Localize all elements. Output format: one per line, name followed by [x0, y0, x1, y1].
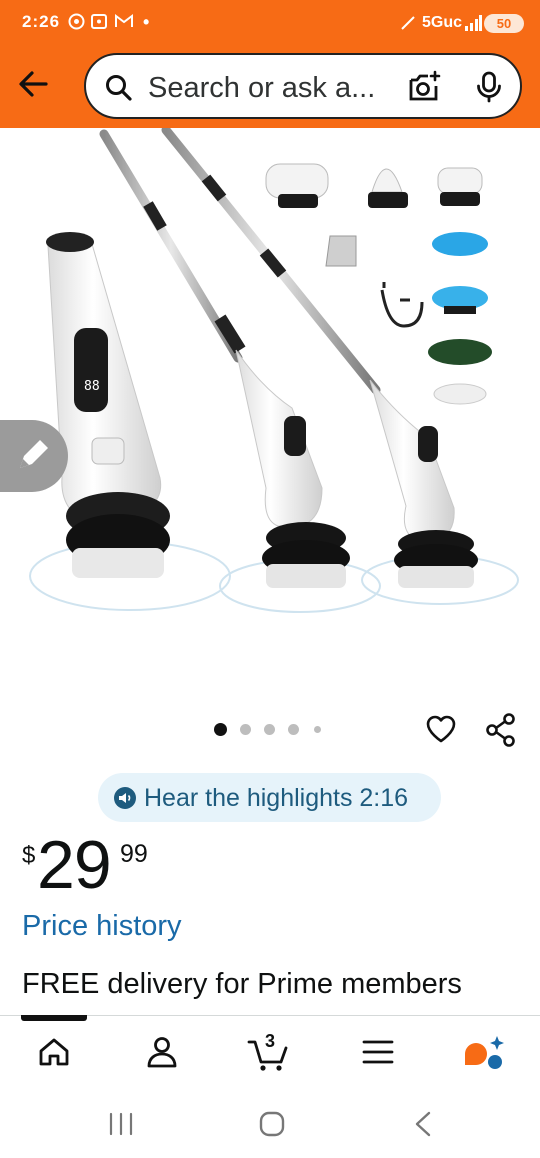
spin-scrubber-photo: 88: [29, 125, 519, 613]
price-history-link[interactable]: Price history: [22, 910, 182, 943]
nav-menu[interactable]: [353, 1030, 403, 1074]
hear-highlights-button[interactable]: Hear the highlights 2:16: [98, 773, 441, 822]
person-icon: [147, 1037, 177, 1068]
recent-apps-button[interactable]: [101, 1108, 141, 1140]
back-button[interactable]: [14, 66, 52, 102]
hear-highlights-label: Hear the highlights 2:16: [144, 784, 409, 812]
nav-cart[interactable]: 3: [245, 1030, 295, 1074]
delivery-info: FREE delivery for Prime members: [22, 968, 462, 1000]
nav-rufus[interactable]: [461, 1030, 511, 1074]
network-label: 5Guc: [422, 14, 463, 31]
carousel-dot-active[interactable]: [214, 723, 227, 736]
price-fraction: 99: [120, 840, 148, 868]
add-to-list-button[interactable]: [424, 712, 458, 751]
battery-indicator: 50: [484, 14, 524, 33]
search-input[interactable]: Search or ask a...: [148, 72, 375, 105]
home-system-button[interactable]: [252, 1108, 292, 1140]
gmail-icon: [114, 13, 134, 34]
heart-icon: [426, 715, 456, 743]
carousel-dot[interactable]: [314, 726, 321, 733]
call-icon: [400, 15, 416, 36]
home-icon: [39, 1038, 69, 1066]
screenshot-icon: [90, 13, 108, 35]
status-time: 2:26: [22, 12, 61, 31]
back-system-button[interactable]: [404, 1108, 444, 1140]
menu-icon: [362, 1040, 394, 1064]
bottom-navigation: 3: [0, 1015, 540, 1087]
search-bar[interactable]: Search or ask a...: [84, 53, 522, 119]
carousel-dot[interactable]: [264, 724, 275, 735]
nav-home[interactable]: [29, 1030, 79, 1074]
notification-dot: •: [143, 12, 150, 32]
camera-search-icon[interactable]: [406, 70, 442, 109]
chevron-left-icon: [415, 1111, 431, 1137]
price-whole: 29: [37, 827, 112, 903]
chrome-icon: [68, 13, 85, 35]
status-bar: 2:26 • 5Guc 50: [0, 0, 540, 46]
ai-assistant-icon: [465, 1036, 504, 1069]
carousel-dot[interactable]: [240, 724, 251, 735]
share-button[interactable]: [484, 712, 518, 753]
microphone-icon[interactable]: [475, 71, 503, 108]
home-circle-icon: [259, 1111, 285, 1137]
search-icon: [104, 73, 134, 108]
audio-icon: [114, 787, 136, 814]
carousel-dot[interactable]: [288, 724, 299, 735]
price-currency: $: [22, 842, 36, 869]
share-icon: [486, 713, 515, 747]
system-navigation: [0, 1088, 540, 1158]
arrow-left-icon: [19, 71, 48, 97]
nav-account[interactable]: [137, 1030, 187, 1074]
signal-icon: [464, 15, 482, 36]
svg-text:88: 88: [84, 379, 100, 394]
app-header: 2:26 • 5Guc 50 Search or ask a...: [0, 0, 540, 128]
active-tab-indicator: [21, 1015, 87, 1021]
cart-count: 3: [265, 1031, 276, 1051]
pencil-icon: [20, 440, 48, 468]
edit-button[interactable]: [0, 420, 68, 492]
product-image[interactable]: 88: [0, 125, 540, 688]
recent-apps-icon: [109, 1112, 133, 1136]
